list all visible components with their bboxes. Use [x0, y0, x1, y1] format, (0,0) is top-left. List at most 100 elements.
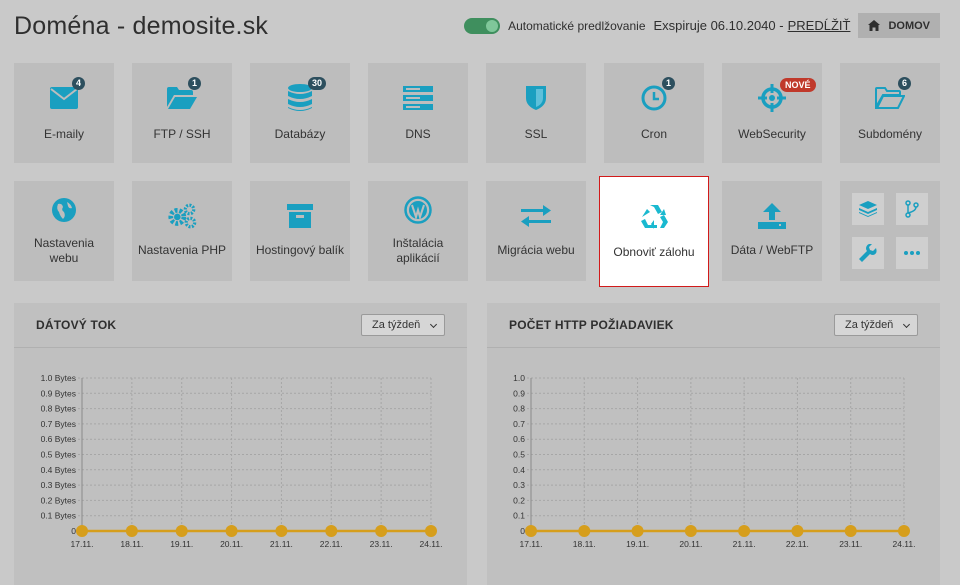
- tile-emails[interactable]: 4 E-maily: [14, 63, 114, 163]
- x-tick-label: 17.11.: [70, 539, 93, 549]
- x-tick-label: 23.11.: [839, 539, 862, 549]
- y-tick-label: 0.1: [513, 511, 525, 521]
- x-tick-label: 23.11.: [370, 539, 393, 549]
- tile-dns[interactable]: DNS: [368, 63, 468, 163]
- git-button[interactable]: [896, 193, 928, 225]
- y-tick-label: 0.5: [513, 450, 525, 460]
- data-traffic-panel: DÁTOVÝ TOK Za týždeň 0 0.1 Bytes 0.2 Bytes…: [14, 303, 467, 585]
- y-tick-label: 0.2 Bytes: [41, 495, 76, 505]
- data-point: [631, 525, 644, 537]
- page-title: Doména - demosite.sk: [14, 12, 269, 40]
- wrench-icon: [859, 244, 877, 262]
- x-tick-label: 20.11.: [679, 539, 702, 549]
- layers-icon: [859, 201, 877, 217]
- x-tick-label: 24.11.: [419, 539, 442, 549]
- globe-icon: [49, 195, 79, 225]
- cron-count-badge: 1: [662, 77, 676, 90]
- data-point: [275, 525, 288, 537]
- tools-button[interactable]: [852, 237, 884, 269]
- y-tick-label: 0.9 Bytes: [41, 388, 76, 398]
- data-traffic-chart: 0 0.1 Bytes 0.2 Bytes 0.3 Bytes 0.4 Bytes 0.5…: [41, 373, 443, 549]
- home-button[interactable]: DOMOV: [858, 13, 940, 38]
- period-select[interactable]: Za týždeň: [834, 314, 918, 336]
- x-tick-label: 22.11.: [320, 539, 343, 549]
- data-point: [125, 525, 138, 537]
- y-tick-label: 0.8 Bytes: [41, 404, 76, 414]
- tile-app-install[interactable]: Inštalácia aplikácií: [368, 181, 468, 281]
- data-point: [425, 525, 437, 537]
- tile-ftp-ssh[interactable]: 1 FTP / SSH: [132, 63, 232, 163]
- home-label: DOMOV: [888, 19, 930, 32]
- y-tick-label: 0: [71, 526, 76, 536]
- renew-link[interactable]: PREDĹŽIŤ: [788, 18, 851, 33]
- tile-label: FTP / SSH: [153, 127, 211, 141]
- upload-icon: [757, 201, 787, 231]
- expiration-text: Exspiruje 06.10.2040 -: [653, 18, 784, 33]
- tile-label: WebSecurity: [738, 127, 806, 141]
- tile-subdomains[interactable]: 6 Subdomény: [840, 63, 940, 163]
- period-select[interactable]: Za týždeň: [361, 314, 445, 336]
- y-tick-label: 0.6 Bytes: [41, 434, 76, 444]
- tile-databases[interactable]: 30 Databázy: [250, 63, 350, 163]
- tile-label: Cron: [640, 127, 667, 141]
- y-tick-label: 0.5 Bytes: [41, 450, 76, 460]
- tile-php-settings[interactable]: Nastavenia PHP: [132, 181, 232, 281]
- tile-ssl[interactable]: SSL: [486, 63, 586, 163]
- y-tick-label: 0.2: [513, 495, 525, 505]
- tile-data-webftp[interactable]: Dáta / WebFTP: [722, 181, 822, 281]
- x-tick-label: 20.11.: [220, 539, 243, 549]
- shield-icon: [521, 83, 551, 113]
- y-tick-label: 0.3 Bytes: [41, 480, 76, 490]
- tile-hosting-package[interactable]: Hostingový balík: [250, 181, 350, 281]
- subdomain-count-badge: 6: [898, 77, 912, 90]
- auto-renew-toggle[interactable]: [464, 17, 501, 34]
- quick-tools: [840, 181, 940, 281]
- home-icon: [868, 20, 881, 31]
- exchange-icon: [521, 201, 551, 231]
- domain-status-bar: Automatické predlžovanie Exspiruje 06.10…: [464, 13, 940, 38]
- panel-title: DÁTOVÝ TOK: [36, 318, 117, 332]
- tile-cron[interactable]: 1 Cron: [604, 63, 704, 163]
- tile-web-settings[interactable]: Nastavenia webu: [14, 181, 114, 281]
- y-tick-label: 0.9: [513, 388, 525, 398]
- x-tick-label: 18.11.: [573, 539, 596, 549]
- data-point: [844, 525, 857, 537]
- data-point: [76, 525, 88, 537]
- new-badge: NOVÉ: [780, 78, 816, 92]
- tile-restore-backup[interactable]: Obnoviť zálohu: [599, 176, 709, 287]
- tile-label: Nastavenia webu: [33, 236, 95, 265]
- data-point: [175, 525, 188, 537]
- tile-label: Obnoviť zálohu: [613, 245, 695, 259]
- x-tick-label: 18.11.: [120, 539, 143, 549]
- tile-label: E-maily: [43, 127, 84, 141]
- x-tick-label: 21.11.: [270, 539, 293, 549]
- http-requests-panel: POČET HTTP POŽIADAVIEK Za týždeň 0 0.1 0.2…: [487, 303, 940, 585]
- data-point: [898, 525, 910, 537]
- y-tick-label: 0.4 Bytes: [41, 465, 76, 475]
- tile-label: Migrácia webu: [497, 243, 575, 257]
- data-point: [225, 525, 238, 537]
- tile-label: Nastavenia PHP: [137, 243, 227, 257]
- tile-label: Inštalácia aplikácií: [392, 236, 444, 265]
- y-tick-label: 0.7 Bytes: [41, 419, 76, 429]
- x-tick-label: 19.11.: [626, 539, 649, 549]
- archive-icon: [285, 201, 315, 231]
- y-tick-label: 0.8: [513, 404, 525, 414]
- more-button[interactable]: [896, 237, 928, 269]
- y-tick-label: 0.4: [513, 465, 525, 475]
- more-icon: [904, 251, 920, 255]
- recycle-icon: [639, 201, 669, 231]
- y-tick-label: 0.6: [513, 434, 525, 444]
- x-tick-label: 21.11.: [733, 539, 756, 549]
- tile-label: Databázy: [274, 127, 326, 141]
- tile-web-migration[interactable]: Migrácia webu: [486, 181, 586, 281]
- panel-title: POČET HTTP POŽIADAVIEK: [509, 318, 674, 332]
- layers-button[interactable]: [852, 193, 884, 225]
- email-count-badge: 4: [72, 77, 86, 90]
- tile-label: Subdomény: [857, 127, 923, 141]
- database-count-badge: 30: [308, 77, 327, 90]
- y-tick-label: 0: [520, 526, 525, 536]
- tile-websecurity[interactable]: NOVÉ WebSecurity: [722, 63, 822, 163]
- http-requests-chart: 0 0.1 0.2 0.3 0.4 0.5 0.6 0.7 0.8 0.9 1.0 17.11. 18.…: [513, 373, 915, 549]
- x-tick-label: 17.11.: [519, 539, 542, 549]
